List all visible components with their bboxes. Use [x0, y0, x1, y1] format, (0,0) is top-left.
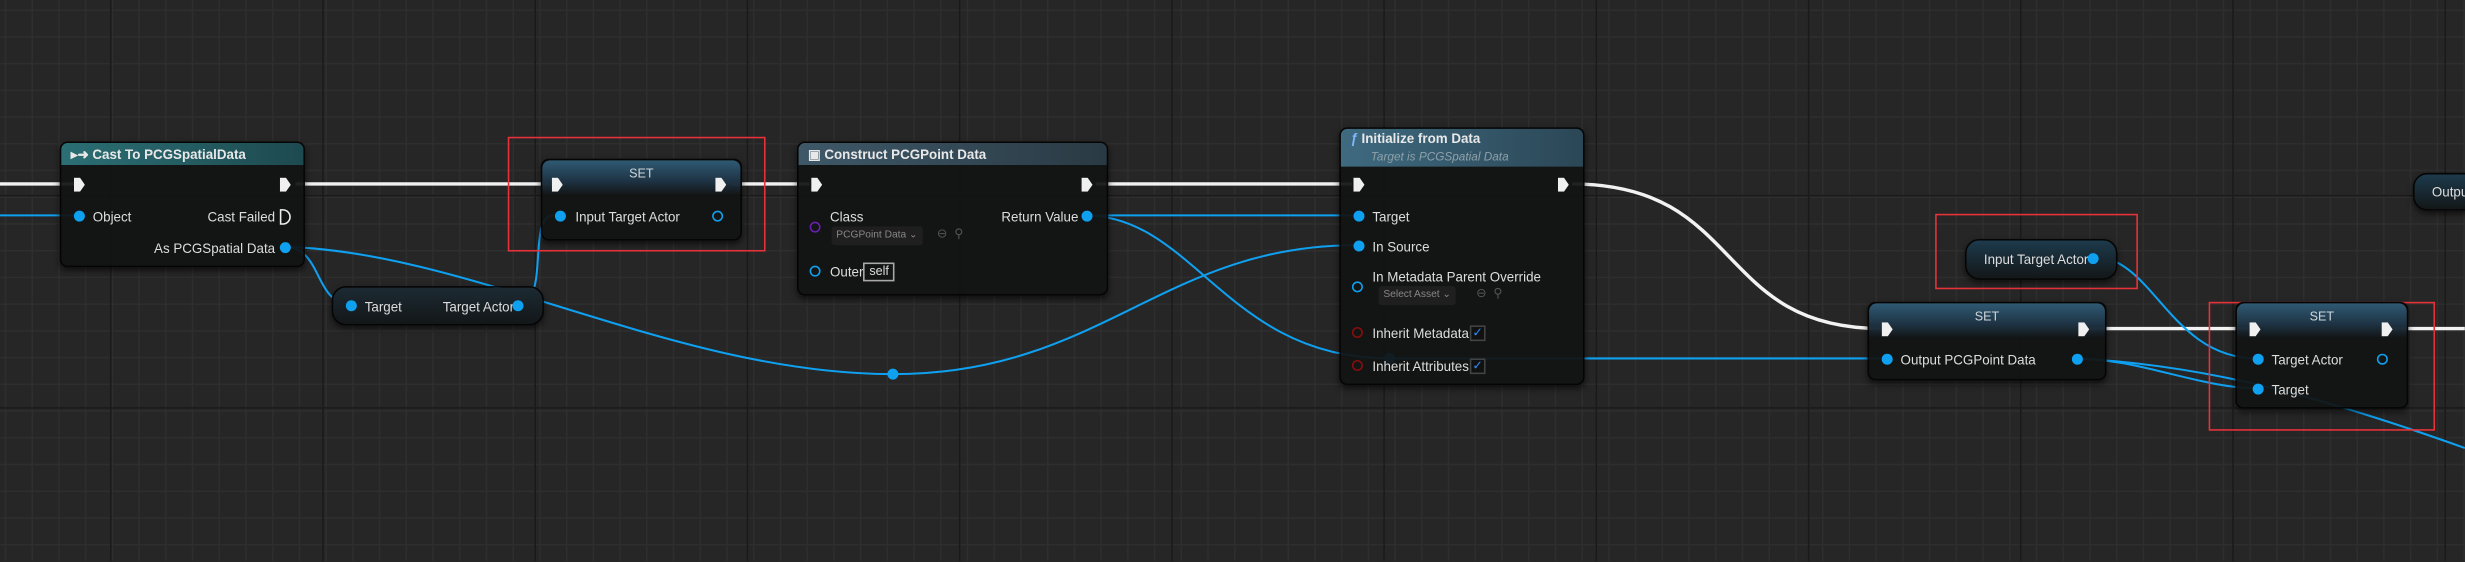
construct-pcgpoint-data-node[interactable]: ▣ Construct PCGPoint Data Class PCGPoint… [797, 141, 1109, 296]
cast-to-pcgspatialdata-node[interactable]: ▸➜ Cast To PCGSpatialData Object Cast Fa… [59, 141, 305, 268]
node-header: SET [1869, 303, 2105, 338]
exec-in-pin[interactable] [811, 177, 823, 192]
target-label: Target [1372, 209, 1410, 225]
class-pin[interactable] [809, 221, 821, 233]
inherit-attributes-checkbox[interactable]: ✓ [1469, 358, 1486, 375]
target-pin[interactable] [2252, 383, 2264, 395]
in-metadata-label: In Metadata Parent Override [1372, 268, 1541, 285]
initialize-from-data-node[interactable]: ƒ Initialize from Data Target is PCGSpat… [1339, 127, 1585, 386]
set-target-actor-node[interactable]: SET Target Actor Target [2235, 301, 2409, 409]
output-pcgpoint-data-label: Output PCGPoint Data [1900, 352, 2036, 368]
target-actor-out-pin[interactable] [2376, 353, 2388, 365]
class-label: Class [830, 209, 864, 225]
node-header: ▸➜ Cast To PCGSpatialData [61, 143, 304, 166]
target-pin[interactable] [1353, 210, 1365, 222]
node-header: SET [542, 160, 741, 195]
exec-out-pin[interactable] [1081, 177, 1093, 192]
target-label: Target [2271, 381, 2309, 398]
input-target-actor-pin[interactable] [554, 210, 566, 222]
getter-out-pin[interactable] [2087, 253, 2099, 265]
browse-icon[interactable]: ⚲ [954, 226, 963, 240]
exec-in-pin[interactable] [1353, 177, 1365, 192]
inherit-attributes-label: Inherit Attributes [1372, 358, 1469, 375]
outer-input[interactable]: self [863, 262, 896, 282]
cast-icon: ▸➜ [70, 146, 93, 162]
output-node-partial[interactable]: Outpu [2413, 172, 2465, 211]
select-asset-dropdown[interactable]: Select Asset ⌄ [1378, 286, 1456, 305]
output-label: Outpu [2431, 183, 2465, 200]
object-label: Object [92, 209, 132, 225]
return-value-pin[interactable] [1081, 210, 1093, 222]
target-actor-pin[interactable] [512, 300, 524, 312]
use-selected-icon[interactable]: ⊖ [1476, 286, 1487, 300]
getter-label: Input Target Actor [1983, 251, 2089, 268]
set-input-target-actor-node[interactable]: SET Input Target Actor [540, 158, 742, 241]
class-dropdown[interactable]: PCGPoint Data ⌄ [831, 226, 923, 246]
target-pin[interactable] [345, 300, 357, 312]
get-target-actor-node[interactable]: Target Target Actor [331, 286, 544, 326]
inherit-metadata-label: Inherit Metadata [1372, 325, 1469, 342]
in-source-label: In Source [1372, 238, 1430, 255]
node-header: ƒ Initialize from Data Target is PCGSpat… [1340, 128, 1584, 167]
node-header: SET [2236, 303, 2407, 338]
in-source-pin[interactable] [1353, 240, 1365, 252]
exec-wire [1571, 182, 1882, 331]
input-target-actor-out-pin[interactable] [712, 210, 724, 222]
exec-in-pin[interactable] [73, 177, 85, 192]
cast-failed-label: Cast Failed [207, 209, 276, 225]
cast-failed-pin[interactable] [279, 209, 291, 225]
inherit-metadata-pin[interactable] [1351, 326, 1363, 338]
target-actor-pin[interactable] [2252, 353, 2264, 365]
inherit-metadata-checkbox[interactable]: ✓ [1469, 325, 1486, 342]
output-pcgpoint-data-pin[interactable] [1881, 353, 1893, 365]
blueprint-graph-canvas[interactable]: ▸➜ Cast To PCGSpatialData Object Cast Fa… [0, 0, 2465, 562]
output-pcgpoint-data-out-pin[interactable] [2071, 353, 2083, 365]
target-actor-label: Target Actor [2271, 352, 2343, 368]
object-pin[interactable] [73, 210, 85, 222]
reroute-knot [887, 368, 899, 380]
node-subtitle: Target is PCGSpatial Data [1370, 149, 1509, 164]
return-value-label: Return Value [1001, 209, 1079, 225]
inherit-attributes-pin[interactable] [1351, 359, 1363, 371]
node-header: ▣ Construct PCGPoint Data [798, 143, 1107, 166]
exec-out-pin[interactable] [279, 177, 291, 192]
as-pcgspatial-data-label: As PCGSpatial Data [154, 240, 276, 257]
input-target-actor-getter-node[interactable]: Input Target Actor [1965, 238, 2118, 280]
use-selected-icon[interactable]: ⊖ [937, 226, 948, 240]
outer-label: Outer [830, 264, 864, 280]
as-pcgspatial-data-pin[interactable] [279, 242, 291, 254]
input-target-actor-label: Input Target Actor [575, 209, 680, 225]
class-icon: ▣ [808, 146, 825, 162]
target-label: Target [364, 298, 402, 315]
browse-icon[interactable]: ⚲ [1493, 286, 1502, 300]
in-metadata-pin[interactable] [1351, 281, 1363, 293]
set-output-pcgpoint-data-node[interactable]: SET Output PCGPoint Data [1867, 301, 2107, 381]
function-icon: ƒ [1350, 130, 1362, 147]
exec-out-pin[interactable] [1557, 177, 1569, 192]
outer-pin[interactable] [809, 265, 821, 277]
target-actor-label: Target Actor [442, 298, 515, 315]
